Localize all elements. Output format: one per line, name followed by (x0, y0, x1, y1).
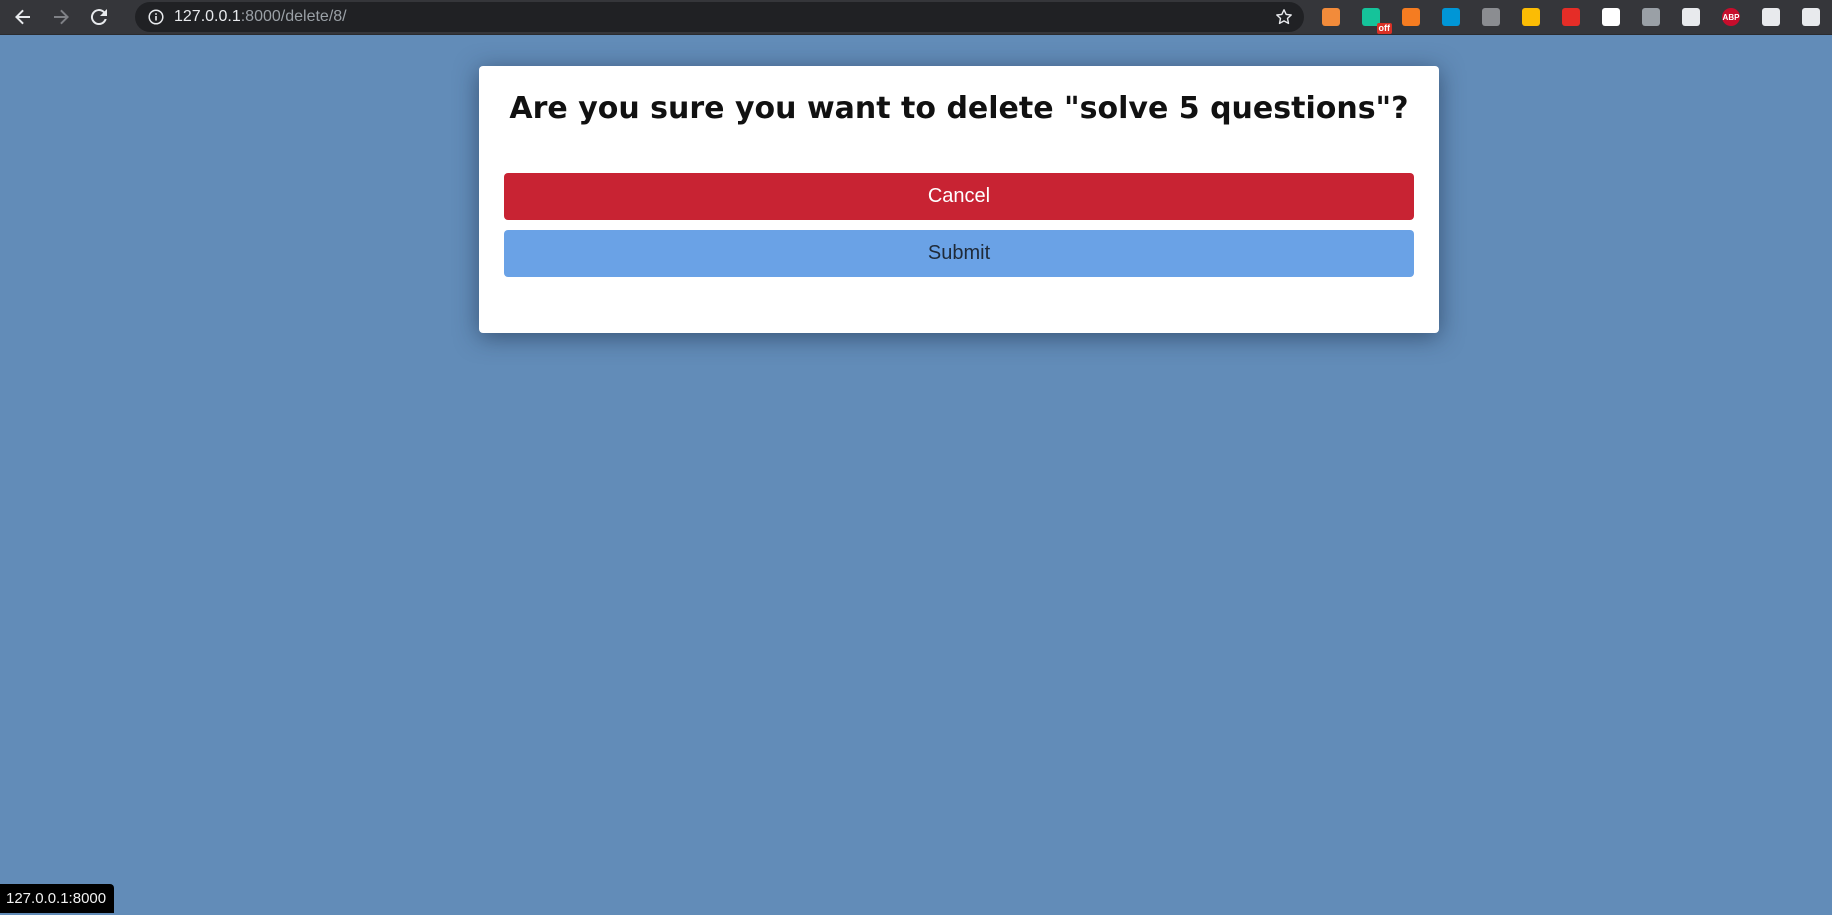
pen-icon[interactable] (1678, 4, 1704, 30)
extension-badge: off (1376, 23, 1392, 34)
ext-chrome-like-icon[interactable] (1518, 4, 1544, 30)
hp-icon[interactable] (1438, 4, 1464, 30)
youtube-icon[interactable] (1558, 4, 1584, 30)
screen-recorder-icon[interactable] (1398, 4, 1424, 30)
ext-photo-icon[interactable] (1478, 4, 1504, 30)
grammarly-icon[interactable]: off (1358, 4, 1392, 34)
browser-toolbar: 127.0.0.1:8000/delete/8/ off ABP (0, 0, 1832, 35)
adblock-plus-icon[interactable]: ABP (1718, 4, 1744, 30)
dialog-title: Are you sure you want to delete "solve 5… (509, 91, 1409, 126)
mouse-icon[interactable] (1638, 4, 1664, 30)
cancel-button[interactable]: Cancel (504, 173, 1414, 220)
media-queue-icon[interactable] (1798, 4, 1824, 30)
forward-arrow-icon[interactable] (46, 2, 76, 32)
url-host: 127.0.0.1 (174, 8, 241, 25)
site-info-icon[interactable] (147, 8, 165, 26)
url-path: :8000/delete/8/ (240, 8, 347, 25)
address-bar[interactable]: 127.0.0.1:8000/delete/8/ (135, 2, 1304, 32)
link-status-bubble: 127.0.0.1:8000 (0, 884, 115, 913)
reload-icon[interactable] (84, 2, 114, 32)
notion-icon[interactable] (1598, 4, 1624, 30)
bookmark-star-icon[interactable] (1274, 7, 1294, 27)
delete-confirmation-card: Are you sure you want to delete "solve 5… (479, 66, 1439, 333)
submit-button[interactable]: Submit (504, 230, 1414, 277)
ext-1-icon[interactable] (1318, 4, 1344, 30)
url-text: 127.0.0.1:8000/delete/8/ (174, 8, 347, 26)
puzzle-icon[interactable] (1758, 4, 1784, 30)
back-arrow-icon[interactable] (8, 2, 38, 32)
extensions-bar: off ABP (1318, 4, 1832, 34)
